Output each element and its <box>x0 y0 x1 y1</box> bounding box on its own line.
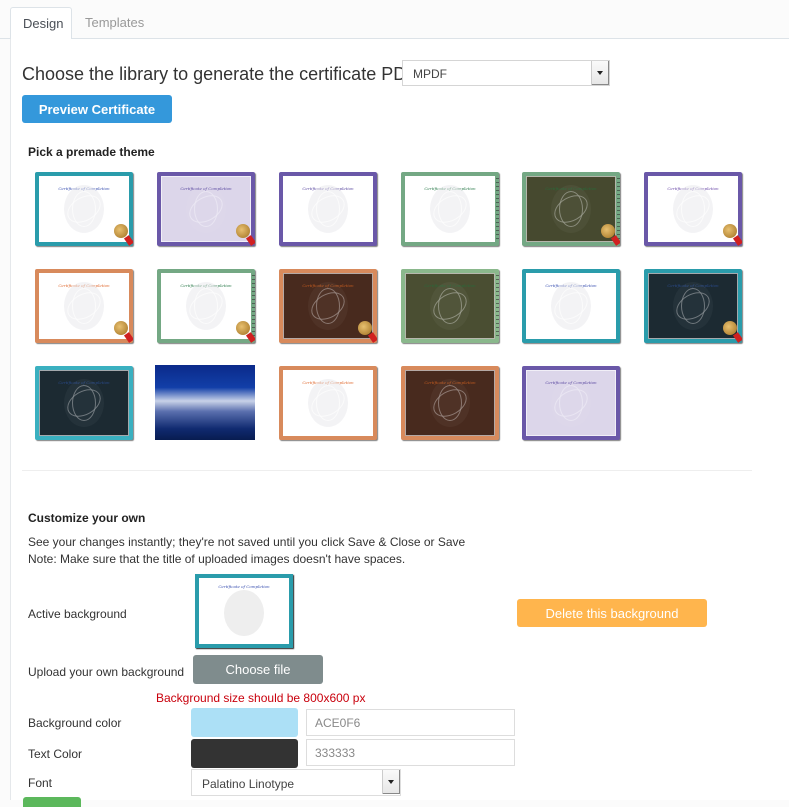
emblem-icon <box>551 185 591 233</box>
emblem-icon <box>430 185 470 233</box>
theme-face: Certificate of Completion <box>283 176 373 242</box>
theme-thumbnail[interactable]: Certificate of Completion <box>279 172 377 246</box>
emblem-icon <box>186 282 226 330</box>
font-select[interactable]: Palatino Linotype <box>191 769 401 796</box>
theme-thumbnail[interactable]: Certificate of Completion <box>401 366 499 440</box>
theme-face: Certificate of Completion <box>405 273 495 339</box>
theme-face: Certificate of Completion <box>283 370 373 436</box>
seal-icon <box>723 321 737 335</box>
theme-thumbnail[interactable]: Certificate of Completion <box>35 172 133 246</box>
choose-file-button[interactable]: Choose file <box>193 655 323 684</box>
emblem-icon <box>430 379 470 427</box>
seal-icon <box>114 224 128 238</box>
text-color-swatch[interactable] <box>191 739 298 768</box>
active-background-label: Active background <box>28 607 127 621</box>
ribbon-icon <box>732 332 742 343</box>
theme-thumbnail[interactable]: Certificate of Completion <box>35 366 133 440</box>
theme-thumbnail[interactable]: Certificate of Completion <box>644 269 742 343</box>
ribbon-icon <box>123 332 133 343</box>
theme-face: Certificate of Completion <box>405 370 495 436</box>
premade-theme-heading: Pick a premade theme <box>28 145 155 159</box>
ribbon-icon <box>245 235 255 246</box>
seal-icon <box>236 321 250 335</box>
emblem-icon <box>551 379 591 427</box>
background-color-label: Background color <box>28 716 122 730</box>
theme-thumbnail[interactable]: Certificate of Completion <box>644 172 742 246</box>
seal-icon <box>114 321 128 335</box>
library-select-value: MPDF <box>413 67 447 81</box>
emblem-icon <box>430 282 470 330</box>
theme-thumbnail[interactable]: Certificate of Completion <box>157 172 255 246</box>
emblem-icon <box>186 185 226 233</box>
save-button[interactable] <box>23 797 81 807</box>
theme-face: Certificate of Completion <box>526 370 616 436</box>
chevron-down-icon <box>591 61 609 85</box>
image-title-note: Note: Make sure that the title of upload… <box>28 552 406 566</box>
chevron-down-icon <box>382 770 400 794</box>
font-label: Font <box>28 776 53 790</box>
seal-icon <box>358 321 372 335</box>
instant-changes-note: See your changes instantly; they're not … <box>28 535 466 549</box>
text-color-label: Text Color <box>28 747 83 761</box>
seal-icon <box>723 224 737 238</box>
background-size-hint: Background size should be 800x600 px <box>156 691 366 705</box>
theme-thumbnail[interactable]: Certificate of Completion <box>401 269 499 343</box>
binding-icon <box>617 178 620 240</box>
library-select[interactable]: MPDF <box>402 60 610 86</box>
preview-certificate-button[interactable]: Preview Certificate <box>22 95 172 123</box>
section-divider <box>22 470 752 471</box>
theme-face: Certificate of Completion <box>39 370 129 436</box>
theme-thumbnail[interactable]: Certificate of Completion <box>279 366 377 440</box>
emblem-icon <box>224 590 264 636</box>
customize-heading: Customize your own <box>28 511 146 525</box>
theme-thumbnail[interactable]: Certificate of Completion <box>35 269 133 343</box>
seal-icon <box>601 224 615 238</box>
theme-thumbnail[interactable] <box>155 365 255 440</box>
upload-background-label: Upload your own background <box>28 665 185 679</box>
seal-icon <box>236 224 250 238</box>
theme-thumbnail[interactable]: Certificate of Completion <box>522 366 620 440</box>
theme-thumbnail[interactable]: Certificate of Completion <box>401 172 499 246</box>
binding-icon <box>496 178 499 240</box>
library-label: Choose the library to generate the certi… <box>22 64 418 84</box>
background-color-input[interactable] <box>306 709 515 736</box>
tab-templates[interactable]: Templates <box>73 7 156 40</box>
active-background-preview: Certificate of Completion <box>195 574 293 648</box>
tab-design[interactable]: Design <box>10 7 72 40</box>
emblem-icon <box>673 282 713 330</box>
theme-thumbnail[interactable]: Certificate of Completion <box>279 269 377 343</box>
emblem-icon <box>64 379 104 427</box>
ribbon-icon <box>123 235 133 246</box>
theme-thumbnail[interactable]: Certificate of Completion <box>522 172 620 246</box>
emblem-icon <box>308 379 348 427</box>
theme-thumbnail[interactable]: Certificate of Completion <box>157 269 255 343</box>
theme-thumbnail[interactable]: Certificate of Completion <box>522 269 620 343</box>
binding-icon <box>252 275 255 337</box>
emblem-icon <box>64 185 104 233</box>
emblem-icon <box>308 282 348 330</box>
emblem-icon <box>673 185 713 233</box>
emblem-icon <box>64 282 104 330</box>
text-color-input[interactable] <box>306 739 515 766</box>
font-select-value: Palatino Linotype <box>202 777 295 791</box>
delete-background-button[interactable]: Delete this background <box>517 599 707 627</box>
theme-face: Certificate of Completion <box>405 176 495 242</box>
theme-face: Certificate of Completion <box>526 273 616 339</box>
background-color-swatch[interactable] <box>191 708 298 737</box>
emblem-icon <box>308 185 348 233</box>
ribbon-icon <box>732 235 742 246</box>
tab-bar: Design Templates <box>0 0 789 40</box>
certificate-title-text: Certificate of Completion <box>218 584 270 589</box>
emblem-icon <box>551 282 591 330</box>
binding-icon <box>496 275 499 337</box>
ribbon-icon <box>367 332 377 343</box>
